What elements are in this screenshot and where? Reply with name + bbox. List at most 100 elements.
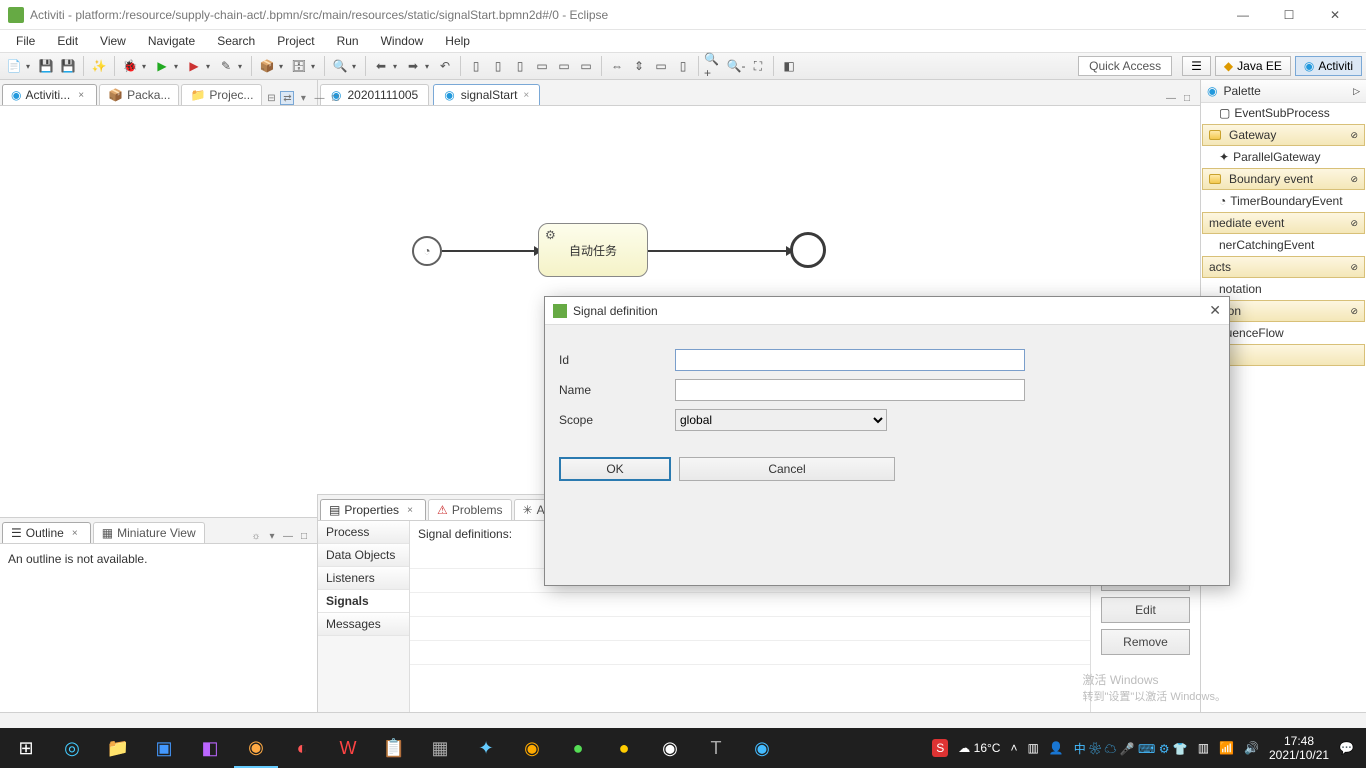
tray-icon[interactable]: ▥	[1198, 741, 1209, 755]
align-left-icon[interactable]: ▯	[466, 56, 486, 76]
close-icon[interactable]: ×	[523, 90, 529, 101]
align-mid-icon[interactable]: ▭	[554, 56, 574, 76]
tab-project-explorer[interactable]: 📁Projec...	[181, 84, 262, 105]
align-top-icon[interactable]: ▭	[532, 56, 552, 76]
task-app[interactable]: 📁	[96, 728, 140, 768]
tab-activiti-explorer[interactable]: ◉Activiti...×	[2, 84, 97, 105]
maximize-view-icon[interactable]: □	[328, 91, 342, 105]
tray-icon[interactable]: ▥	[1027, 741, 1038, 755]
perspective-activiti[interactable]: ◉Activiti	[1295, 56, 1362, 76]
bpmn-sequence-flow[interactable]	[648, 250, 790, 252]
brush-icon[interactable]: ✎	[216, 56, 236, 76]
maximize-view-icon[interactable]: □	[297, 529, 311, 543]
close-button[interactable]: ✕	[1312, 0, 1358, 30]
tab-miniature[interactable]: ▦Miniature View	[93, 522, 205, 543]
prop-cat-process[interactable]: Process	[318, 521, 409, 544]
search-icon[interactable]: 🔍	[330, 56, 350, 76]
undo-icon[interactable]: ↶	[435, 56, 455, 76]
tray-chevron-icon[interactable]: ˄	[1010, 741, 1017, 755]
weather-widget[interactable]: ☁ 16°C	[958, 741, 1000, 755]
save-icon[interactable]: 💾	[36, 56, 56, 76]
maximize-button[interactable]: ☐	[1266, 0, 1312, 30]
view-menu-icon[interactable]: ▾	[265, 529, 279, 543]
open-perspective-button[interactable]: ☰	[1182, 56, 1211, 76]
minimize-button[interactable]: —	[1220, 0, 1266, 30]
tray-people-icon[interactable]: 👤	[1049, 741, 1064, 755]
collapse-all-icon[interactable]: ⊟	[264, 91, 278, 105]
palette-cat-intermediate[interactable]: mediate event⊘	[1202, 212, 1365, 234]
id-input[interactable]	[675, 349, 1025, 371]
bpmn-end-event[interactable]	[790, 232, 826, 268]
task-app[interactable]: ●	[602, 728, 646, 768]
editor-tab-2[interactable]: ◉signalStart×	[433, 84, 540, 105]
tab-package-explorer[interactable]: 📦Packa...	[99, 84, 179, 105]
align-right-icon[interactable]: ▯	[510, 56, 530, 76]
palette-cat-boundary[interactable]: Boundary event⊘	[1202, 168, 1365, 190]
gear-icon[interactable]: ☼	[249, 529, 263, 543]
tab-problems[interactable]: ⚠Problems	[428, 499, 511, 520]
notifications-icon[interactable]: 💬	[1339, 741, 1354, 755]
minimize-editor-icon[interactable]: —	[1164, 91, 1178, 105]
edit-button[interactable]: Edit	[1101, 597, 1190, 623]
nav-next-icon[interactable]: ➡	[403, 56, 423, 76]
align-bot-icon[interactable]: ▭	[576, 56, 596, 76]
task-app[interactable]: 📋	[372, 728, 416, 768]
menu-edit[interactable]: Edit	[47, 32, 88, 50]
minimize-view-icon[interactable]: —	[312, 91, 326, 105]
run-icon[interactable]: ▶	[152, 56, 172, 76]
task-app[interactable]: ●	[556, 728, 600, 768]
menu-search[interactable]: Search	[207, 32, 265, 50]
debug-icon[interactable]: 🐞	[120, 56, 140, 76]
task-app[interactable]: ✦	[464, 728, 508, 768]
task-app[interactable]: ▦	[418, 728, 462, 768]
palette-item-timerboundary[interactable]: ◔TimerBoundaryEvent	[1201, 191, 1366, 211]
prop-cat-messages[interactable]: Messages	[318, 613, 409, 636]
taskbar-clock[interactable]: 17:48 2021/10/21	[1269, 734, 1329, 763]
task-app[interactable]: T	[694, 728, 738, 768]
zoom-fit-icon[interactable]: ⛶	[748, 56, 768, 76]
perspective-javaee[interactable]: ◆Java EE	[1215, 56, 1291, 76]
zoom-in-icon[interactable]: 🔍+	[704, 56, 724, 76]
dist-h-icon[interactable]: ⇔	[607, 56, 627, 76]
task-app[interactable]: ◐	[280, 728, 324, 768]
task-app[interactable]: ◉	[510, 728, 554, 768]
menu-run[interactable]: Run	[327, 32, 369, 50]
ime-icon[interactable]: S	[932, 739, 948, 757]
task-app[interactable]: ◧	[188, 728, 232, 768]
menu-help[interactable]: Help	[435, 32, 480, 50]
cancel-button[interactable]: Cancel	[679, 457, 895, 481]
ok-button[interactable]: OK	[559, 457, 671, 481]
layout-icon[interactable]: ◧	[779, 56, 799, 76]
task-app[interactable]: W	[326, 728, 370, 768]
tab-outline[interactable]: ☰Outline×	[2, 522, 91, 543]
palette-item-timercatching[interactable]: nerCatchingEvent	[1201, 235, 1366, 255]
close-icon[interactable]: ×	[403, 503, 417, 517]
menu-navigate[interactable]: Navigate	[138, 32, 205, 50]
wand-icon[interactable]: ✨	[89, 56, 109, 76]
wifi-icon[interactable]: 📶	[1219, 741, 1234, 755]
task-app[interactable]: ◎	[50, 728, 94, 768]
prop-cat-listeners[interactable]: Listeners	[318, 567, 409, 590]
save-all-icon[interactable]: 💾	[58, 56, 78, 76]
task-app[interactable]: ◉	[740, 728, 784, 768]
dist-v-icon[interactable]: ⇕	[629, 56, 649, 76]
close-icon[interactable]: ×	[74, 88, 88, 102]
palette-cat-acts[interactable]: acts⊘	[1202, 256, 1365, 278]
tray-icons[interactable]: 中 ❀ ☁ 🎤 ⌨ ⚙ 👕	[1074, 740, 1188, 757]
link-editor-icon[interactable]: ⇄	[280, 91, 294, 105]
new-server-icon[interactable]: 🗄	[289, 56, 309, 76]
zoom-out-icon[interactable]: 🔍-	[726, 56, 746, 76]
view-menu-icon[interactable]: ▾	[296, 91, 310, 105]
task-app[interactable]: ▣	[142, 728, 186, 768]
tab-properties[interactable]: ▤Properties×	[320, 499, 426, 520]
minimize-view-icon[interactable]: —	[281, 529, 295, 543]
menu-window[interactable]: Window	[371, 32, 434, 50]
prop-cat-data-objects[interactable]: Data Objects	[318, 544, 409, 567]
quick-access[interactable]: Quick Access	[1078, 56, 1172, 76]
bpmn-service-task[interactable]: ⚙ 自动任务	[538, 223, 648, 277]
match-h-icon[interactable]: ▯	[673, 56, 693, 76]
match-w-icon[interactable]: ▭	[651, 56, 671, 76]
prop-cat-signals[interactable]: Signals	[318, 590, 409, 613]
start-button[interactable]: ⊞	[4, 728, 48, 768]
palette-item-eventsubprocess[interactable]: ▢EventSubProcess	[1201, 103, 1366, 123]
